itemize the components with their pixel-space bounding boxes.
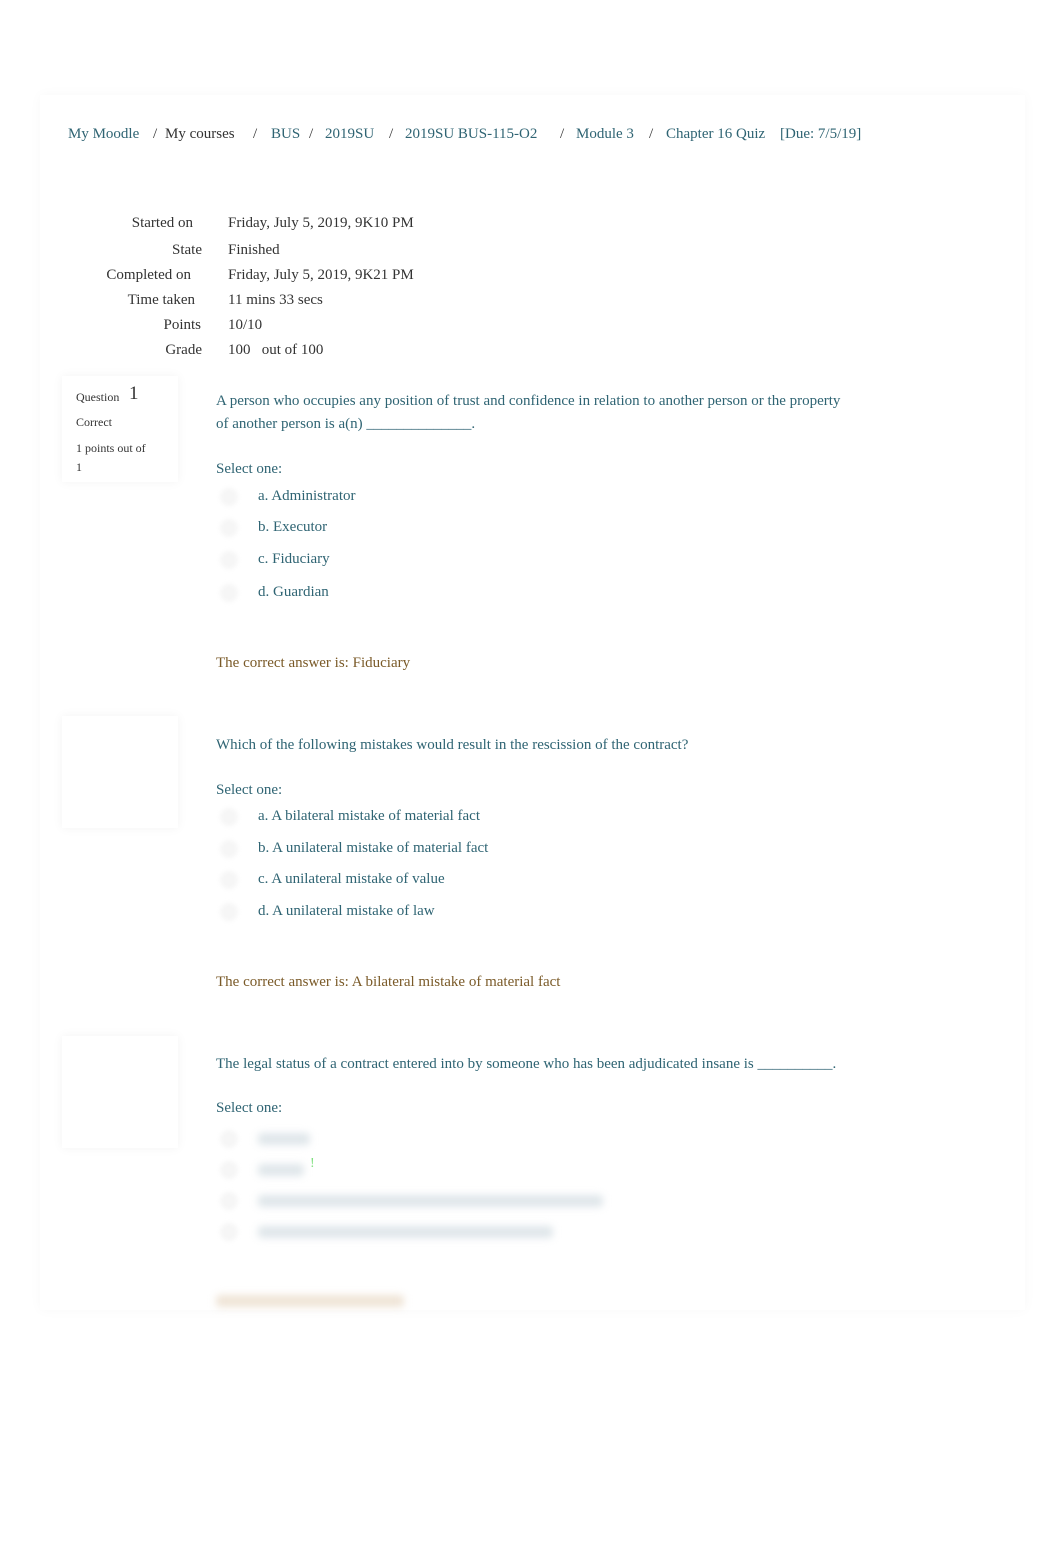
radio-button[interactable] xyxy=(220,1192,238,1210)
answer-option[interactable]: d. Guardian xyxy=(258,584,329,601)
summary-label: Time taken xyxy=(127,292,195,308)
question-text: Which of the following mistakes would re… xyxy=(216,737,689,753)
select-one-label: Select one: xyxy=(216,461,283,477)
question-label: Question xyxy=(76,390,120,404)
summary-label: State xyxy=(172,242,202,258)
summary-value: Finished xyxy=(228,242,280,258)
blurred-option[interactable] xyxy=(258,1226,553,1238)
summary-value: Friday, July 5, 2019, 9K21 PM xyxy=(228,267,414,283)
crumb-my-moodle[interactable]: My Moodle xyxy=(68,126,139,143)
summary-value: 100 out of 100 xyxy=(228,342,324,358)
separator: / xyxy=(309,126,314,142)
select-one-label: Select one: xyxy=(216,782,283,798)
answer-option[interactable]: a. Administrator xyxy=(258,488,356,505)
summary-label: Started on xyxy=(131,215,193,231)
crumb-quiz[interactable]: Chapter 16 Quiz xyxy=(666,126,765,143)
radio-button[interactable] xyxy=(220,871,238,889)
radio-button[interactable] xyxy=(220,808,238,826)
crumb-my-courses: My courses xyxy=(165,126,235,142)
radio-button[interactable] xyxy=(220,1223,238,1241)
radio-button[interactable] xyxy=(220,488,238,506)
radio-button[interactable] xyxy=(220,1161,238,1179)
blurred-correct-answer xyxy=(216,1295,404,1307)
radio-button[interactable] xyxy=(220,551,238,569)
separator: / xyxy=(153,126,158,142)
summary-value: 10/10 xyxy=(228,317,263,333)
question-state: Correct xyxy=(76,415,112,429)
crumb-due[interactable]: [Due: 7/5/19] xyxy=(780,126,861,143)
separator: / xyxy=(389,126,394,142)
summary-value: 11 mins 33 secs xyxy=(228,292,323,308)
radio-button[interactable] xyxy=(220,584,238,602)
select-one-label: Select one: xyxy=(216,1100,283,1116)
summary-label: Points xyxy=(163,317,201,333)
answer-option[interactable]: a. A bilateral mistake of material fact xyxy=(258,808,480,825)
answer-option[interactable]: c. A unilateral mistake of value xyxy=(258,871,445,888)
summary-value: Friday, July 5, 2019, 9K10 PM xyxy=(228,215,414,231)
blurred-option[interactable] xyxy=(258,1195,603,1207)
answer-option[interactable]: b. A unilateral mistake of material fact xyxy=(258,840,488,857)
summary-label: Completed on xyxy=(106,267,191,283)
question-number: 1 xyxy=(129,383,139,404)
answer-option[interactable]: d. A unilateral mistake of law xyxy=(258,903,435,920)
correct-answer: The correct answer is: Fiduciary xyxy=(216,655,411,671)
question-text: The legal status of a contract entered i… xyxy=(216,1056,837,1072)
separator: / xyxy=(253,126,258,142)
question-info: Question 1 Correct 1 points out of 1 xyxy=(62,376,178,482)
answer-option[interactable]: c. Fiduciary xyxy=(258,551,330,568)
radio-button[interactable] xyxy=(220,519,238,537)
question-points: 1 points out of xyxy=(76,441,146,455)
crumb-2019su[interactable]: 2019SU xyxy=(325,126,374,143)
mark-indicator: ! xyxy=(310,1156,315,1171)
correct-answer: The correct answer is: A bilateral mista… xyxy=(216,974,561,990)
question-info xyxy=(62,1036,178,1148)
radio-button[interactable] xyxy=(220,903,238,921)
answer-option[interactable]: b. Executor xyxy=(258,519,327,536)
summary-label: Grade xyxy=(165,342,202,358)
crumb-bus[interactable]: BUS xyxy=(271,126,300,143)
question-points: 1 xyxy=(76,460,82,474)
question-text: A person who occupies any position of tr… xyxy=(216,393,841,432)
crumb-module[interactable]: Module 3 xyxy=(576,126,634,143)
radio-button[interactable] xyxy=(220,840,238,858)
crumb-course[interactable]: 2019SU BUS-115-O2 xyxy=(405,126,537,143)
question-info xyxy=(62,716,178,828)
radio-button[interactable] xyxy=(220,1130,238,1148)
blurred-option[interactable] xyxy=(258,1164,304,1176)
separator: / xyxy=(560,126,565,142)
separator: / xyxy=(649,126,654,142)
blurred-option[interactable] xyxy=(258,1133,310,1145)
